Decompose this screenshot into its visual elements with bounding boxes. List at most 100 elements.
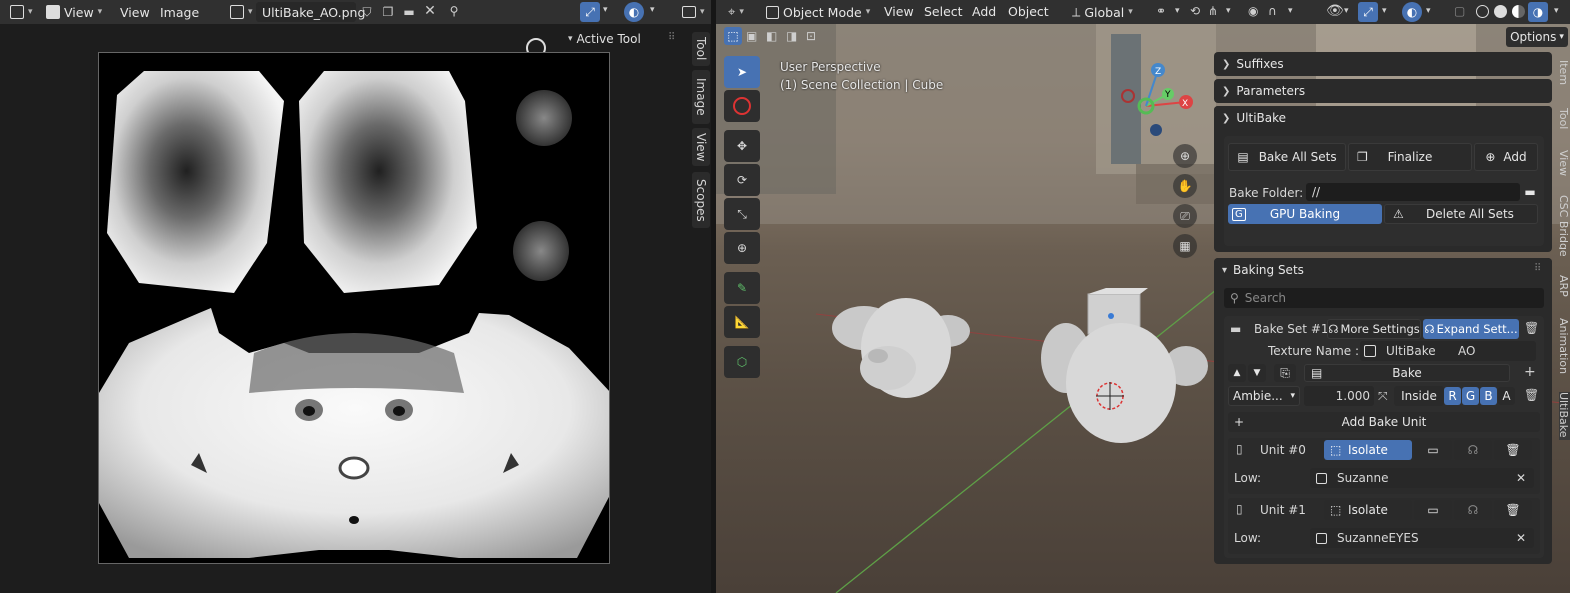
ntab-view[interactable]: View: [1559, 150, 1570, 184]
bake-type-dropdown[interactable]: Ambie... ▾: [1228, 386, 1300, 406]
low-object-field[interactable]: SuzanneEYES ✕: [1310, 528, 1534, 548]
cube-and-suzanne-eyes[interactable]: [1036, 288, 1236, 458]
shading-wireframe-icon[interactable]: [1476, 5, 1489, 18]
suffixes-panel-header[interactable]: ❯ Suffixes: [1214, 52, 1552, 76]
tool-select[interactable]: ➤: [724, 56, 760, 88]
delete-unit-button[interactable]: 🗑: [1494, 440, 1532, 460]
folder-icon[interactable]: ▬: [400, 4, 418, 20]
menu-add[interactable]: Add: [972, 4, 996, 19]
ntab-csc-bridge[interactable]: CSC Bridge: [1559, 195, 1570, 263]
chevron-down-icon[interactable]: ▾: [1175, 6, 1180, 16]
zoom-icon[interactable]: ⊕: [1173, 144, 1197, 168]
channel-b-toggle[interactable]: B: [1480, 387, 1497, 405]
image-name-field[interactable]: UltiBake_AO.png: [256, 2, 365, 22]
channel-a-toggle[interactable]: A: [1498, 387, 1515, 405]
tab-image[interactable]: Image: [692, 70, 710, 124]
select-intersect-icon[interactable]: ⊡: [806, 29, 816, 43]
gizmo-toggle[interactable]: ⤢: [1358, 2, 1378, 22]
pin-icon[interactable]: ⚲: [446, 3, 462, 19]
view-mode-dropdown[interactable]: View ▾: [40, 2, 108, 22]
tab-tool[interactable]: Tool: [692, 32, 710, 66]
mode-dropdown[interactable]: Object Mode ▾: [760, 2, 876, 22]
channel-r-toggle[interactable]: R: [1444, 387, 1461, 405]
delete-unit-button[interactable]: 🗑: [1494, 500, 1532, 520]
bake-button[interactable]: ▤ Bake: [1304, 364, 1510, 382]
menu-view[interactable]: View: [120, 5, 150, 20]
image-browse-dropdown[interactable]: ▾: [224, 2, 259, 22]
tab-view[interactable]: View: [692, 128, 710, 166]
drag-handle-icon[interactable]: ⠿: [1534, 263, 1541, 274]
trash-icon[interactable]: 🗑: [1524, 388, 1539, 402]
transform-orientation-dropdown[interactable]: ⟂ Global ▾: [1066, 2, 1139, 22]
bake-folder-field[interactable]: //: [1306, 183, 1520, 201]
drag-handle-icon[interactable]: ⠿: [668, 32, 675, 43]
trash-icon[interactable]: 🗑: [1524, 321, 1539, 335]
texture-name-field[interactable]: UltiBake AO: [1360, 341, 1536, 361]
plus-icon[interactable]: +: [1524, 364, 1536, 380]
falloff-icon[interactable]: ∩: [1268, 4, 1277, 18]
delete-all-sets-button[interactable]: ⚠ Delete All Sets: [1384, 204, 1538, 224]
tool-measure[interactable]: 📐: [724, 306, 760, 338]
grid-icon[interactable]: ▦: [1173, 234, 1197, 258]
move-down-button[interactable]: ▼: [1248, 364, 1266, 382]
menu-object[interactable]: Object: [1008, 4, 1049, 19]
chevron-down-icon[interactable]: ▾: [1382, 6, 1387, 16]
hand-pan-icon[interactable]: ✋: [1173, 174, 1197, 198]
menu-view[interactable]: View: [884, 4, 914, 19]
menu-image[interactable]: Image: [160, 5, 199, 20]
camera-icon[interactable]: ⎚: [1173, 204, 1197, 228]
clear-icon[interactable]: ✕: [1516, 471, 1526, 485]
chevron-down-icon[interactable]: ▾: [1288, 6, 1293, 16]
bake-all-sets-button[interactable]: ▤ Bake All Sets: [1228, 143, 1346, 171]
expand-settings-button[interactable]: ☊ Expand Sett...: [1423, 319, 1519, 339]
select-invert-icon[interactable]: ◨: [786, 29, 797, 43]
xray-icon[interactable]: ▢: [1454, 4, 1465, 18]
shading-rendered-icon[interactable]: ◑: [1528, 2, 1548, 22]
bake-set-name[interactable]: Bake Set #1: [1254, 322, 1329, 336]
folder-browse-button[interactable]: ▬: [1520, 183, 1540, 201]
menu-select[interactable]: Select: [924, 4, 963, 19]
isolate-toggle[interactable]: ⬚ Isolate: [1324, 500, 1412, 520]
ntab-tool[interactable]: Tool: [1559, 108, 1570, 138]
channel-g-toggle[interactable]: G: [1462, 387, 1479, 405]
baking-sets-panel-header[interactable]: ▾ Baking Sets: [1214, 258, 1552, 282]
shading-solid-icon[interactable]: [1494, 5, 1507, 18]
ntab-ultibake[interactable]: UltiBake: [1559, 392, 1570, 440]
select-box-icon[interactable]: ⬚: [724, 27, 742, 45]
clear-icon[interactable]: ✕: [1516, 531, 1526, 545]
chevron-down-icon[interactable]: ▾: [650, 5, 655, 15]
chevron-down-icon[interactable]: ▾: [1554, 6, 1559, 16]
strength-field[interactable]: 1.000: [1304, 386, 1374, 406]
search-input[interactable]: ⚲ Search: [1224, 288, 1544, 308]
editor-type-dropdown[interactable]: ⌖ ▾: [722, 2, 750, 22]
ghost-button[interactable]: ☊: [1454, 440, 1492, 460]
duplicate-icon[interactable]: ❐: [380, 4, 396, 20]
move-up-button[interactable]: ▲: [1228, 364, 1246, 382]
display-channels-dropdown[interactable]: ▾: [676, 2, 711, 22]
chevron-down-icon[interactable]: ▾: [1344, 6, 1349, 16]
isolate-toggle[interactable]: ⬚ Isolate: [1324, 440, 1412, 460]
chevron-down-icon[interactable]: ▾: [603, 5, 608, 15]
tool-transform[interactable]: ⊕: [724, 232, 760, 264]
tool-move[interactable]: ✥: [724, 130, 760, 162]
chevron-down-icon[interactable]: ▾: [1226, 6, 1231, 16]
snap-icon[interactable]: ⟲: [1190, 4, 1200, 18]
low-object-field[interactable]: Suzanne ✕: [1310, 468, 1534, 488]
archive-button[interactable]: ▭: [1414, 500, 1452, 520]
select-extend-icon[interactable]: ▣: [746, 29, 757, 43]
parameters-panel-header[interactable]: ❯ Parameters: [1214, 79, 1552, 103]
add-bake-unit-button[interactable]: + Add Bake Unit: [1228, 412, 1540, 432]
pivot-icon[interactable]: ⚭: [1156, 4, 1166, 18]
finalize-button[interactable]: ❐ Finalize: [1348, 143, 1472, 171]
active-tool-panel-header[interactable]: ▾ Active Tool: [568, 30, 680, 48]
snap-increment-icon[interactable]: ⋔: [1208, 4, 1218, 18]
options-button[interactable]: Options ▾: [1506, 27, 1568, 47]
ghost-button[interactable]: ☊: [1454, 500, 1492, 520]
shield-icon[interactable]: ⛉: [360, 4, 374, 20]
ultibake-panel-header[interactable]: ❯ UltiBake: [1214, 106, 1552, 130]
ntab-item[interactable]: Item: [1559, 60, 1570, 88]
close-icon[interactable]: ✕: [422, 3, 438, 19]
select-subtract-icon[interactable]: ◧: [766, 29, 777, 43]
overlay-toggle[interactable]: ◐: [624, 2, 644, 22]
tool-rotate[interactable]: ⟳: [724, 164, 760, 196]
